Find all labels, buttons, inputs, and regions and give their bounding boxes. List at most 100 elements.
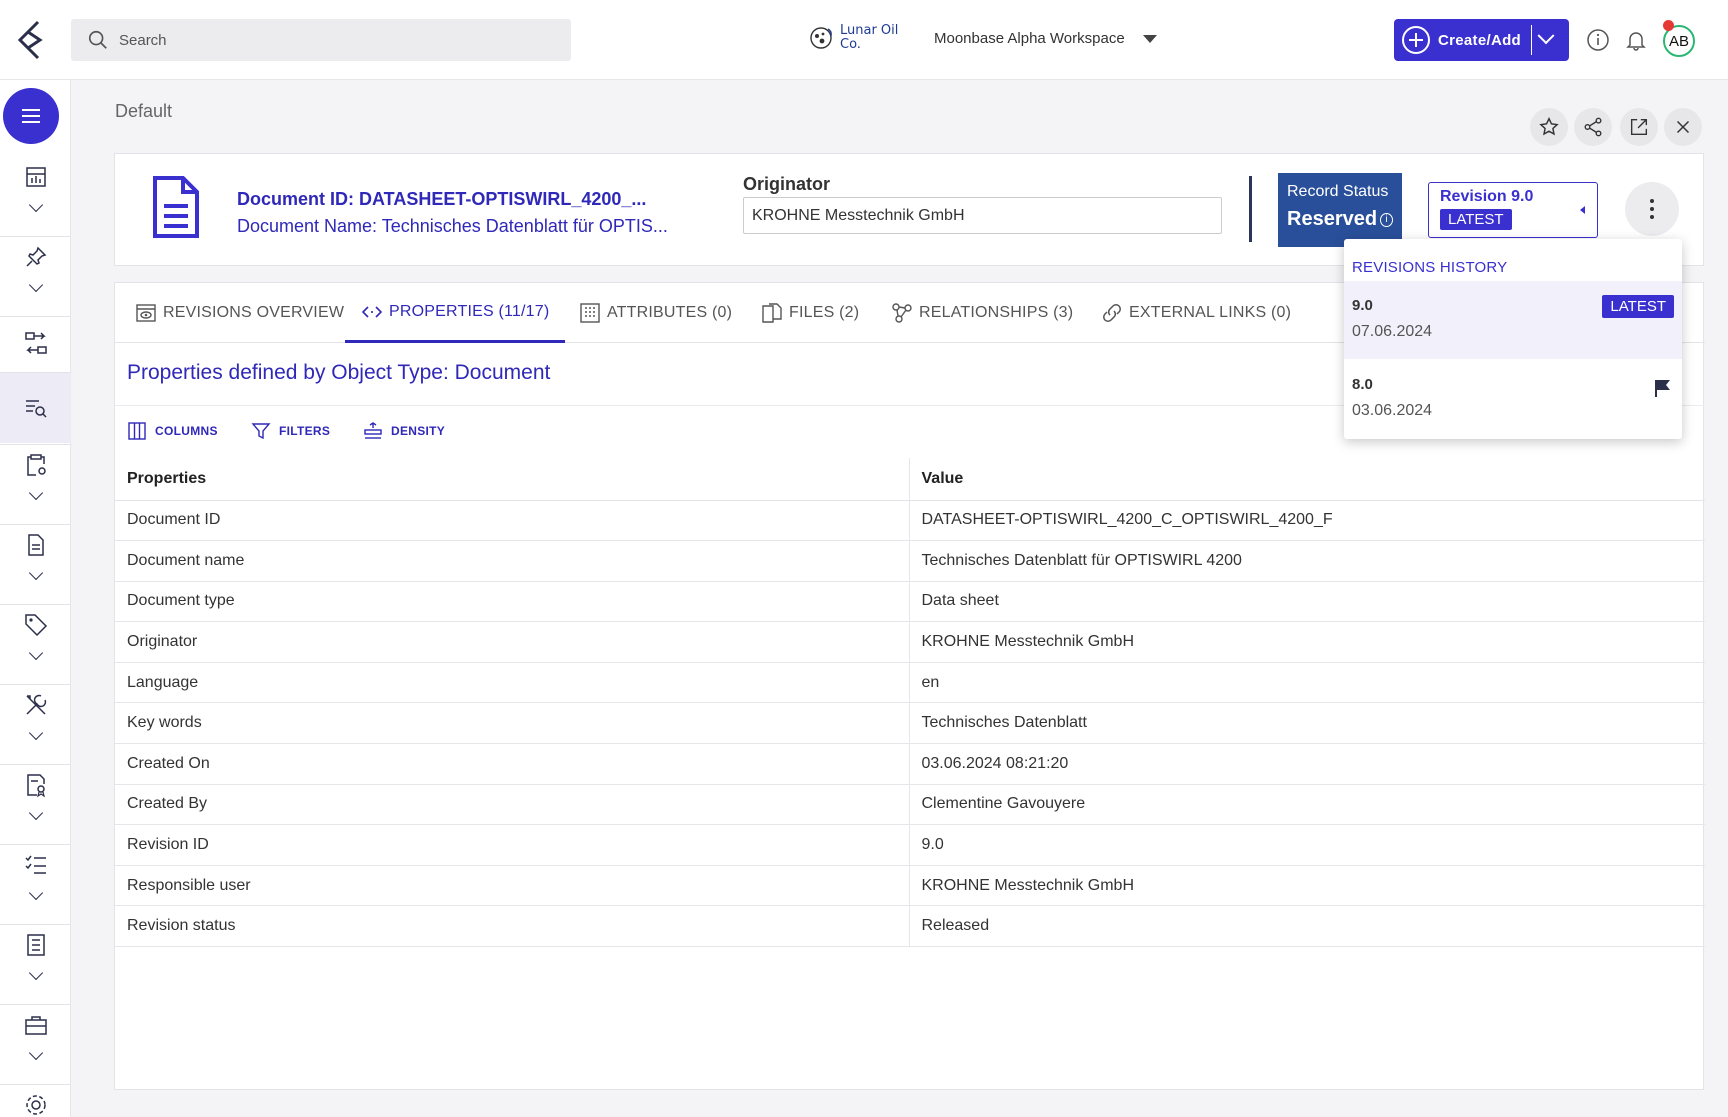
tag-icon xyxy=(24,614,47,637)
search-input[interactable] xyxy=(119,31,539,49)
chevron-down-icon xyxy=(28,197,43,213)
tab-label: EXTERNAL LINKS (0) xyxy=(1129,304,1292,321)
tab-label: ATTRIBUTES (0) xyxy=(607,304,733,321)
columns-button[interactable]: COLUMNS xyxy=(127,421,218,441)
property-name-cell: Key words xyxy=(115,702,910,745)
tab-revisions-overview[interactable]: REVISIONS OVERVIEW xyxy=(135,283,344,343)
gear-icon xyxy=(25,1095,46,1115)
property-value-cell: Technisches Datenblatt für OPTISWIRL 420… xyxy=(909,540,1705,582)
record-status-badge: Record Status Reserved i xyxy=(1278,173,1402,247)
record-status-label: Record Status xyxy=(1287,183,1389,200)
favorite-button[interactable] xyxy=(1530,108,1568,146)
revision-date: 07.06.2024 xyxy=(1352,323,1433,340)
originator-field[interactable] xyxy=(743,197,1222,234)
network-icon xyxy=(892,303,912,323)
tab-properties[interactable]: PROPERTIES (11/17) xyxy=(345,283,566,343)
sidebar-item-dashboard[interactable] xyxy=(0,164,71,213)
main-menu-button[interactable] xyxy=(3,88,59,144)
table-row[interactable]: Revision ID 9.0 xyxy=(115,824,1705,866)
filters-button[interactable]: FILTERS xyxy=(251,421,330,441)
revision-number: 8.0 xyxy=(1352,376,1373,393)
property-name-cell: Created On xyxy=(115,743,910,785)
chevron-down-icon xyxy=(28,277,43,293)
dashboard-icon xyxy=(25,167,46,187)
sidebar-item-checklists[interactable] xyxy=(0,852,71,901)
divider xyxy=(1249,176,1252,242)
sidebar-item-toolbox[interactable] xyxy=(0,1012,71,1061)
table-row[interactable]: Document ID DATASHEET-OPTISWIRL_4200_C_OP… xyxy=(115,500,1705,542)
sidebar-item-tasks[interactable] xyxy=(0,452,71,501)
table-row[interactable]: Originator KROHNE Messtechnik GmbH xyxy=(115,621,1705,663)
tab-external-links[interactable]: EXTERNAL LINKS (0) xyxy=(1101,283,1291,343)
column-header-value[interactable]: Value xyxy=(909,458,1705,501)
density-label: DENSITY xyxy=(391,424,446,438)
property-name-cell: Document type xyxy=(115,581,910,623)
tab-label: PROPERTIES (11/17) xyxy=(389,302,550,320)
document-name: Document Name: Technisches Datenblatt fü… xyxy=(237,216,668,236)
revision-selector[interactable]: Revision 9.0 LATEST xyxy=(1428,182,1598,238)
share-button[interactable] xyxy=(1574,108,1612,146)
sidebar-item-tags[interactable] xyxy=(0,612,71,661)
breadcrumb[interactable]: Default xyxy=(115,101,172,122)
chevron-down-icon xyxy=(28,725,43,741)
chevron-down-icon[interactable] xyxy=(1537,27,1555,45)
tab-files[interactable]: FILES (2) xyxy=(761,283,859,343)
table-row[interactable]: Key words Technisches Datenblatt xyxy=(115,702,1705,745)
toolbox-icon xyxy=(24,1016,47,1035)
property-name-cell: Responsible user xyxy=(115,865,910,907)
property-value-cell: en xyxy=(909,662,1705,704)
density-button[interactable]: DENSITY xyxy=(363,421,445,441)
sidebar-item-transfers[interactable] xyxy=(0,330,71,356)
chevron-down-icon xyxy=(28,645,43,661)
create-add-button[interactable]: Create/Add xyxy=(1394,19,1569,61)
document-search-icon xyxy=(25,400,47,418)
close-button[interactable] xyxy=(1664,108,1702,146)
search-bar[interactable] xyxy=(71,19,571,61)
sidebar-item-pinned[interactable] xyxy=(0,244,71,293)
open-external-button[interactable] xyxy=(1620,108,1658,146)
columns-label: COLUMNS xyxy=(155,424,218,438)
company-logo-icon xyxy=(810,27,832,49)
tab-label: REVISIONS OVERVIEW xyxy=(163,304,345,321)
tab-attributes[interactable]: ATTRIBUTES (0) xyxy=(579,283,732,343)
sidebar-item-reviews[interactable] xyxy=(0,772,71,821)
app-logo-icon[interactable] xyxy=(14,18,50,62)
top-bar: Lunar Oil Co. Moonbase Alpha Workspace C… xyxy=(0,0,1728,80)
revision-number: 9.0 xyxy=(1352,297,1373,314)
tab-relationships[interactable]: RELATIONSHIPS (3) xyxy=(891,283,1073,343)
sidebar-item-documents[interactable] xyxy=(0,532,71,581)
sidebar xyxy=(0,80,71,1117)
property-name-cell: Language xyxy=(115,662,910,704)
sidebar-item-tools[interactable] xyxy=(0,692,71,741)
revision-item[interactable]: 9.0 07.06.2024 LATEST xyxy=(1344,281,1682,359)
filter-icon xyxy=(251,423,271,440)
tab-label: FILES (2) xyxy=(789,304,860,321)
pin-icon xyxy=(25,246,46,267)
density-icon xyxy=(364,422,382,439)
property-name-cell: Revision ID xyxy=(115,824,910,866)
bell-icon[interactable] xyxy=(1623,27,1649,53)
sidebar-item-settings[interactable] xyxy=(0,1092,71,1117)
table-row[interactable]: Created By Clementine Gavouyere xyxy=(115,784,1705,826)
chevron-down-icon xyxy=(28,485,43,501)
workspace-selector[interactable]: Moonbase Alpha Workspace xyxy=(934,30,1157,47)
latest-badge: LATEST xyxy=(1602,295,1674,318)
column-header-properties[interactable]: Properties xyxy=(115,458,910,501)
sidebar-item-search-documents[interactable] xyxy=(0,373,71,443)
table-row[interactable]: Document type Data sheet xyxy=(115,581,1705,623)
star-icon xyxy=(1539,117,1559,136)
table-row[interactable]: Revision status Released xyxy=(115,905,1705,948)
table-row[interactable]: Document name Technisches Datenblatt für … xyxy=(115,540,1705,582)
more-options-button[interactable] xyxy=(1625,182,1679,236)
divider xyxy=(1531,25,1533,55)
sidebar-item-registers[interactable] xyxy=(0,932,71,981)
info-icon[interactable]: i xyxy=(1380,212,1393,227)
table-row[interactable]: Language en xyxy=(115,662,1705,704)
info-icon[interactable] xyxy=(1585,27,1611,53)
revision-item[interactable]: 8.0 03.06.2024 xyxy=(1344,360,1682,438)
table-row[interactable]: Responsible user KROHNE Messtechnik GmbH xyxy=(115,865,1705,907)
files-icon xyxy=(762,303,782,323)
tools-icon xyxy=(25,694,46,715)
property-value-cell: Clementine Gavouyere xyxy=(909,784,1705,826)
table-row[interactable]: Created On 03.06.2024 08:21:20 xyxy=(115,743,1705,785)
